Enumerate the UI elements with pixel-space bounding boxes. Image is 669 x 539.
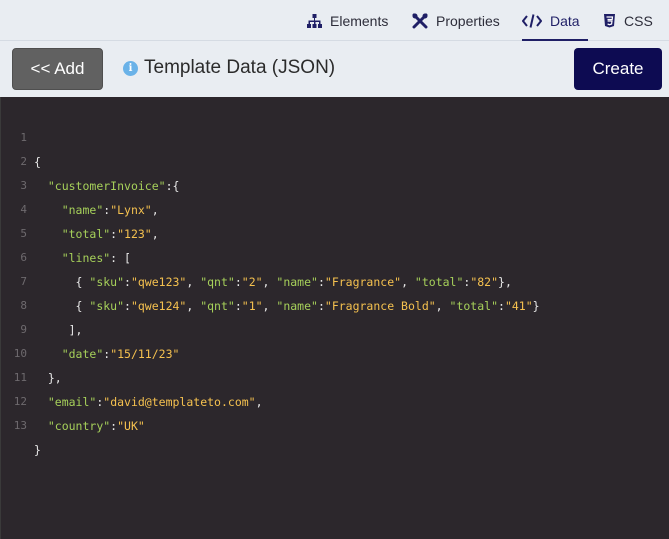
json-key: "country" [47,419,111,433]
code-line: 1 { [1,102,669,169]
tools-icon [412,13,428,29]
info-icon: i [123,60,138,76]
line-number: 13 [13,419,27,432]
panel-title-text: Template Data (JSON) [144,57,336,78]
tab-elements[interactable]: Elements [307,0,388,41]
code-line: 9 "date":"15/11/23" [1,294,669,361]
code-line: 5 "lines": [ [1,198,669,265]
tab-properties-label: Properties [436,12,500,29]
tab-css[interactable]: CSS [603,0,653,41]
tab-properties[interactable]: Properties [412,0,500,41]
panel-title: i Template Data (JSON) [123,56,335,80]
tab-css-label: CSS [624,12,653,29]
css3-icon [603,13,616,28]
code-line: 7 { "sku":"qwe124", "qnt":"1", "name":"F… [1,246,669,313]
tab-data[interactable]: Data [522,0,588,41]
json-string: "UK" [117,419,145,433]
code-line: 4 "total":"123", [1,174,669,241]
add-button[interactable]: << Add [12,48,103,90]
code-line: 2 "customerInvoice":{ [1,126,669,193]
tab-data-label: Data [550,12,580,29]
panel-tabs: Elements Properties Data CSS [0,0,669,41]
code-icon [522,13,542,28]
tab-elements-label: Elements [330,12,389,29]
data-toolbar: << Add i Template Data (JSON) Create [0,41,669,97]
code-line: 11 "email":"david@templateto.com", [1,342,669,409]
code-line: 12 "country":"UK" [1,366,669,433]
brace: } [34,443,41,457]
code-line: 6 { "sku":"qwe123", "qnt":"2", "name":"F… [1,222,669,289]
code-line: 10 }, [1,318,669,385]
code-line: 8 ], [1,270,669,337]
code-line: 13 } [1,390,669,457]
sitemap-icon [307,13,322,28]
create-button[interactable]: Create [574,48,662,90]
json-editor[interactable]: 1 { 2 "customerInvoice":{ 3 "name":"Lynx… [0,97,669,539]
code-line: 3 "name":"Lynx", [1,150,669,217]
